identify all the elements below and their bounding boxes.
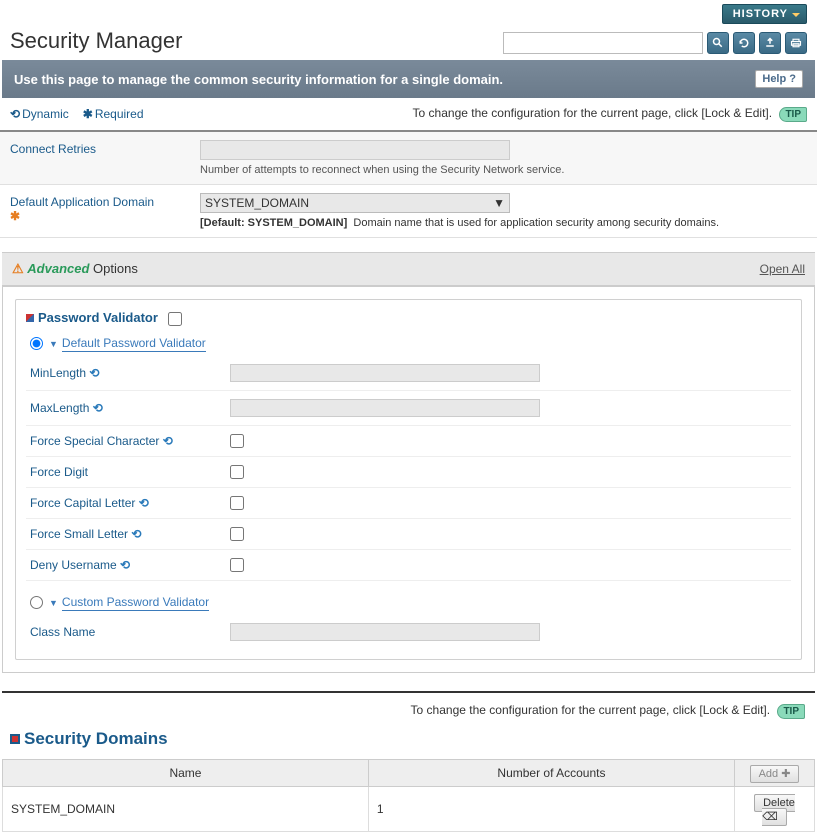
tip-line-bottom: To change the configuration for the curr… bbox=[2, 691, 815, 723]
history-button[interactable]: HISTORY bbox=[722, 4, 807, 24]
custom-validator-radio[interactable] bbox=[30, 596, 43, 609]
tip-line: To change the configuration for the curr… bbox=[413, 106, 807, 122]
default-domain-desc: [Default: SYSTEM_DOMAIN] Domain name tha… bbox=[200, 217, 807, 229]
col-accounts: Number of Accounts bbox=[368, 759, 734, 786]
minlength-input[interactable] bbox=[230, 364, 540, 382]
dynamic-icon: ⟲ bbox=[120, 558, 130, 572]
chevron-down-icon: ▼ bbox=[49, 339, 58, 349]
class-name-label: Class Name bbox=[30, 625, 230, 639]
help-button[interactable]: Help ? bbox=[755, 70, 803, 88]
tip-badge: TIP bbox=[779, 107, 807, 122]
add-button[interactable]: Add ✚ bbox=[750, 765, 800, 783]
col-name: Name bbox=[3, 759, 369, 786]
open-all-link[interactable]: Open All bbox=[760, 262, 805, 276]
custom-validator-label[interactable]: Custom Password Validator bbox=[62, 595, 209, 611]
deny-username-checkbox[interactable] bbox=[230, 558, 244, 572]
legend-required: ✱Required bbox=[83, 107, 144, 121]
print-icon[interactable] bbox=[785, 32, 807, 54]
password-validator-title: Password Validator bbox=[26, 310, 791, 326]
row-name: SYSTEM_DOMAIN bbox=[3, 786, 369, 831]
maxlength-input[interactable] bbox=[230, 399, 540, 417]
default-validator-label[interactable]: Default Password Validator bbox=[62, 336, 206, 352]
force-small-label: Force Small Letter ⟲ bbox=[30, 527, 230, 541]
search-input[interactable] bbox=[503, 32, 703, 54]
table-row: SYSTEM_DOMAIN 1 Delete ⌫ bbox=[3, 786, 815, 831]
banner-text: Use this page to manage the common secur… bbox=[14, 72, 503, 87]
maxlength-label: MaxLength ⟲ bbox=[30, 401, 230, 415]
default-domain-label: Default Application Domain✱ bbox=[10, 193, 200, 229]
force-special-checkbox[interactable] bbox=[230, 434, 244, 448]
required-icon: ✱ bbox=[10, 209, 20, 223]
force-special-label: Force Special Character ⟲ bbox=[30, 434, 230, 448]
security-domains-title: Security Domains bbox=[0, 723, 817, 759]
class-name-input[interactable] bbox=[230, 623, 540, 641]
dynamic-icon: ⟲ bbox=[10, 107, 20, 121]
force-capital-label: Force Capital Letter ⟲ bbox=[30, 496, 230, 510]
dynamic-icon: ⟲ bbox=[163, 434, 173, 448]
required-icon: ✱ bbox=[83, 107, 93, 121]
page-title: Security Manager bbox=[10, 28, 182, 54]
legend-dynamic: ⟲Dynamic bbox=[10, 107, 69, 121]
export-icon[interactable] bbox=[759, 32, 781, 54]
row-accounts: 1 bbox=[368, 786, 734, 831]
force-small-checkbox[interactable] bbox=[230, 527, 244, 541]
dynamic-icon: ⟲ bbox=[139, 496, 149, 510]
default-validator-radio[interactable] bbox=[30, 337, 43, 350]
password-validator-toggle[interactable] bbox=[168, 312, 182, 326]
delete-button[interactable]: Delete ⌫ bbox=[754, 794, 795, 826]
connect-retries-input[interactable] bbox=[200, 140, 510, 160]
refresh-icon[interactable] bbox=[733, 32, 755, 54]
force-digit-label: Force Digit bbox=[30, 465, 230, 479]
section-icon bbox=[10, 734, 20, 744]
deny-username-label: Deny Username ⟲ bbox=[30, 558, 230, 572]
chevron-down-icon: ▼ bbox=[49, 598, 58, 608]
force-digit-checkbox[interactable] bbox=[230, 465, 244, 479]
connect-retries-desc: Number of attempts to reconnect when usi… bbox=[200, 164, 807, 176]
connect-retries-label: Connect Retries bbox=[10, 140, 200, 176]
security-domains-table: Name Number of Accounts Add ✚ SYSTEM_DOM… bbox=[2, 759, 815, 832]
dynamic-icon: ⟲ bbox=[131, 527, 141, 541]
search-icon[interactable] bbox=[707, 32, 729, 54]
force-capital-checkbox[interactable] bbox=[230, 496, 244, 510]
advanced-options-header: ⚠ Advanced Options bbox=[12, 261, 138, 277]
minlength-label: MinLength ⟲ bbox=[30, 366, 230, 380]
tip-badge: TIP bbox=[777, 704, 805, 719]
default-domain-select[interactable]: SYSTEM_DOMAIN▼ bbox=[200, 193, 510, 213]
dynamic-icon: ⟲ bbox=[93, 401, 103, 415]
dynamic-icon: ⟲ bbox=[89, 366, 99, 380]
section-icon bbox=[26, 314, 34, 322]
